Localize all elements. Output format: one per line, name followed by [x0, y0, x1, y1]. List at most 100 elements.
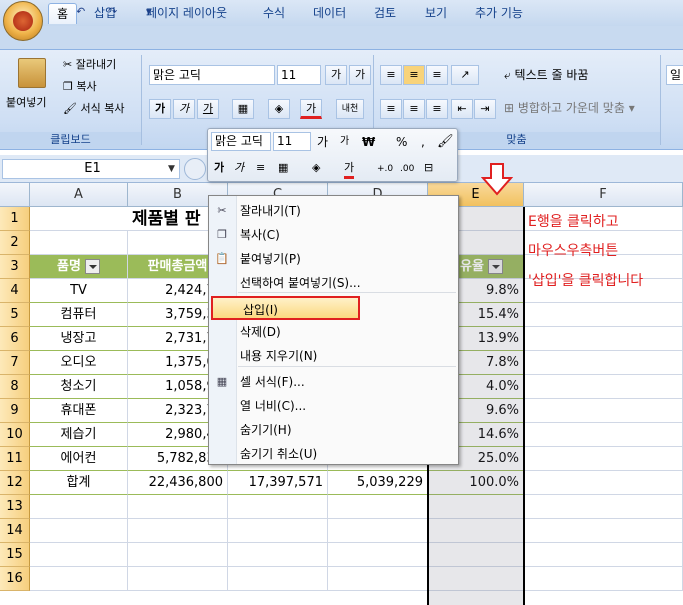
- merge-center-button[interactable]: ⊞ 병합하고 가운데 맞춤 ▾: [504, 100, 635, 116]
- row-header-8[interactable]: 8: [0, 375, 30, 399]
- tab-addins[interactable]: 추가 기능: [467, 3, 531, 24]
- mini-font-name[interactable]: 맑은 고딕: [211, 132, 271, 151]
- context-menu-item[interactable]: 복사(C): [240, 223, 454, 247]
- wrap-text-button[interactable]: ⤶ 텍스트 줄 바꿈: [504, 67, 588, 83]
- bold-button[interactable]: 가: [149, 99, 171, 119]
- cell[interactable]: [228, 567, 328, 591]
- align-right-button[interactable]: ≡: [426, 99, 448, 119]
- formula-expand-icon[interactable]: [184, 158, 206, 180]
- underline-button[interactable]: 가: [197, 99, 219, 119]
- cell[interactable]: [524, 471, 683, 495]
- context-menu-item[interactable]: 잘라내기(T): [240, 199, 454, 223]
- cell[interactable]: [428, 495, 524, 519]
- cell[interactable]: [524, 303, 683, 327]
- mini-center-icon[interactable]: ≡: [256, 160, 265, 176]
- cell[interactable]: [30, 495, 128, 519]
- cell[interactable]: [524, 447, 683, 471]
- cell[interactable]: [524, 495, 683, 519]
- product-name[interactable]: 청소기: [30, 375, 128, 399]
- font-color-button[interactable]: 가: [300, 99, 322, 119]
- cell[interactable]: [524, 543, 683, 567]
- mini-increase-decimal[interactable]: +.0: [377, 161, 393, 177]
- column-header-a[interactable]: A: [30, 183, 128, 207]
- table-cell[interactable]: 100.0%: [428, 471, 524, 495]
- mini-percent[interactable]: %: [396, 134, 407, 150]
- tab-view[interactable]: 보기: [417, 3, 455, 24]
- context-menu-item[interactable]: 삭제(D): [240, 320, 454, 344]
- mini-bold[interactable]: 가: [214, 160, 224, 176]
- cell[interactable]: [328, 543, 428, 567]
- font-name-select[interactable]: 맑은 고딕: [149, 65, 275, 85]
- align-bottom-button[interactable]: ≡: [426, 65, 448, 85]
- table-cell[interactable]: 5,039,229: [328, 471, 428, 495]
- tab-home[interactable]: 홈: [48, 3, 78, 24]
- context-menu-item[interactable]: 삽입(I): [211, 296, 360, 320]
- cell[interactable]: [128, 543, 228, 567]
- tab-page-layout[interactable]: 페이지 레이아웃: [138, 3, 235, 24]
- orientation-button[interactable]: ↗: [451, 65, 479, 85]
- tab-formulas[interactable]: 수식: [255, 3, 293, 24]
- product-name[interactable]: 오디오: [30, 351, 128, 375]
- italic-button[interactable]: 가: [173, 99, 195, 119]
- product-name[interactable]: TV: [30, 279, 128, 303]
- cut-button[interactable]: ✂ 잘라내기: [63, 57, 116, 73]
- cell[interactable]: [228, 495, 328, 519]
- product-name[interactable]: 합계: [30, 471, 128, 495]
- cell[interactable]: [524, 519, 683, 543]
- cell[interactable]: [30, 231, 128, 255]
- cell[interactable]: [30, 519, 128, 543]
- row-header-15[interactable]: 15: [0, 543, 30, 567]
- cell[interactable]: [524, 327, 683, 351]
- font-size-select[interactable]: 11: [277, 65, 321, 85]
- column-header-f[interactable]: F: [524, 183, 683, 207]
- row-header-3[interactable]: 3: [0, 255, 30, 279]
- number-format-select[interactable]: 일: [666, 65, 683, 85]
- mini-font-size[interactable]: 11: [273, 132, 311, 151]
- mini-italic[interactable]: 가: [234, 160, 244, 176]
- shrink-font-button[interactable]: 가: [349, 65, 371, 85]
- align-top-button[interactable]: ≡: [380, 65, 402, 85]
- align-center-button[interactable]: ≡: [403, 99, 425, 119]
- cell[interactable]: [30, 543, 128, 567]
- context-menu-item[interactable]: 열 너비(C)...: [240, 394, 454, 418]
- row-header-11[interactable]: 11: [0, 447, 30, 471]
- row-header-14[interactable]: 14: [0, 519, 30, 543]
- mini-decrease-decimal[interactable]: .00: [400, 161, 414, 177]
- product-name[interactable]: 휴대폰: [30, 399, 128, 423]
- phonetic-button[interactable]: 내천: [336, 99, 364, 119]
- cell[interactable]: [328, 495, 428, 519]
- row-header-6[interactable]: 6: [0, 327, 30, 351]
- row-header-1[interactable]: 1: [0, 207, 30, 231]
- name-box[interactable]: E1: [2, 159, 180, 179]
- tab-insert[interactable]: 삽입: [86, 3, 124, 24]
- row-header-10[interactable]: 10: [0, 423, 30, 447]
- fill-color-button[interactable]: ◈: [268, 99, 290, 119]
- cell[interactable]: [524, 351, 683, 375]
- mini-currency[interactable]: ₩: [362, 134, 375, 150]
- cell[interactable]: [524, 375, 683, 399]
- context-menu-item[interactable]: 내용 지우기(N): [240, 344, 454, 368]
- cell[interactable]: [428, 567, 524, 591]
- filter-dropdown-icon[interactable]: [487, 259, 503, 274]
- mini-borders-icon[interactable]: ▦: [278, 160, 288, 176]
- row-header-4[interactable]: 4: [0, 279, 30, 303]
- paste-button[interactable]: 붙여넣기: [6, 95, 46, 111]
- cell[interactable]: [228, 543, 328, 567]
- cell[interactable]: [30, 207, 128, 231]
- format-painter-button[interactable]: 🖌 서식 복사: [63, 101, 124, 117]
- row-header-16[interactable]: 16: [0, 567, 30, 591]
- row-header-12[interactable]: 12: [0, 471, 30, 495]
- header-product[interactable]: 품명: [30, 255, 128, 279]
- cell[interactable]: [524, 399, 683, 423]
- row-header-13[interactable]: 13: [0, 495, 30, 519]
- cell[interactable]: [328, 567, 428, 591]
- cell[interactable]: [30, 567, 128, 591]
- row-header-5[interactable]: 5: [0, 303, 30, 327]
- grow-font-button[interactable]: 가: [325, 65, 347, 85]
- row-header-7[interactable]: 7: [0, 351, 30, 375]
- tab-review[interactable]: 검토: [366, 3, 404, 24]
- align-middle-button[interactable]: ≡: [403, 65, 425, 85]
- filter-dropdown-icon[interactable]: [84, 259, 100, 274]
- context-menu-item[interactable]: 숨기기 취소(U): [240, 442, 454, 466]
- row-header-2[interactable]: 2: [0, 231, 30, 255]
